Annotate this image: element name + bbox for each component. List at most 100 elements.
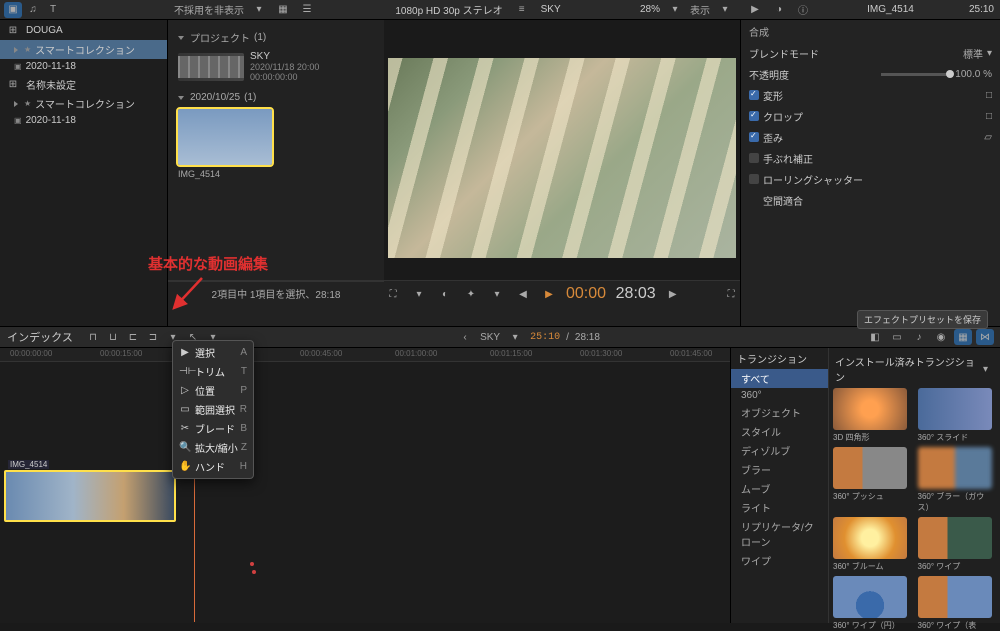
transition-item[interactable]: 360° プッシュ bbox=[833, 447, 912, 513]
inspector-row-spatial[interactable]: 空間適合 bbox=[741, 190, 1000, 211]
audio-marker bbox=[252, 570, 256, 574]
sidebar-item-smart[interactable]: ★ スマートコレクション bbox=[0, 40, 167, 59]
tool-hand[interactable]: ✋ハンドH bbox=[173, 457, 253, 476]
opacity-slider[interactable] bbox=[881, 73, 951, 76]
timeline-ruler[interactable]: 00:00:00:00 00:00:15:00 00:00:30:00 00:0… bbox=[0, 348, 730, 362]
timeline-back-icon[interactable]: ‹ bbox=[456, 329, 474, 345]
filter-dropdown[interactable]: 不採用を非表示 bbox=[174, 2, 244, 17]
tool-select[interactable]: ▶選択A bbox=[173, 343, 253, 362]
chevron-down-icon[interactable]: ▾ bbox=[716, 2, 734, 18]
timeline-clip[interactable]: IMG_4514 bbox=[4, 470, 176, 522]
index-button[interactable]: インデックス bbox=[0, 329, 80, 345]
tool-position[interactable]: ▷位置P bbox=[173, 381, 253, 400]
inspector-panel: 合成 ブレンドモード 標準 ▾ 不透明度 100.0 % 変形□ クロップ□ 歪… bbox=[740, 20, 1000, 326]
tool-blade[interactable]: ✂ブレードB bbox=[173, 419, 253, 438]
inspector-row-distort[interactable]: 歪み▱ bbox=[741, 127, 1000, 148]
viewer-frame[interactable] bbox=[388, 58, 736, 258]
tool-trim[interactable]: ⊣⊢トリムT bbox=[173, 362, 253, 381]
transition-item[interactable]: 360° ブラー（ガウス） bbox=[918, 447, 997, 513]
retime-icon[interactable]: ▾ bbox=[488, 286, 506, 302]
timeline[interactable]: 00:00:00:00 00:00:15:00 00:00:30:00 00:0… bbox=[0, 348, 730, 623]
chevron-down-icon[interactable]: ▾ bbox=[250, 2, 268, 18]
connect-clip-icon[interactable]: ⊓ bbox=[84, 329, 102, 345]
inspector-row-crop[interactable]: クロップ□ bbox=[741, 106, 1000, 127]
transition-item[interactable]: 360° ワイプ bbox=[918, 517, 997, 572]
library-unset-label: 名称未設定 bbox=[26, 77, 76, 92]
library-icon[interactable]: ▣ bbox=[4, 2, 22, 18]
color-icon[interactable]: ◐ bbox=[436, 286, 454, 302]
disclosure-down-icon bbox=[178, 96, 184, 100]
inspector-info-icon[interactable]: ⓘ bbox=[794, 2, 812, 18]
blend-mode-value[interactable]: 標準 bbox=[963, 46, 983, 61]
blend-mode-label: ブレンドモード bbox=[749, 46, 819, 61]
inspector-row-transform[interactable]: 変形□ bbox=[741, 85, 1000, 106]
project-name: SKY bbox=[250, 51, 319, 62]
overwrite-icon[interactable]: ⊐ bbox=[144, 329, 162, 345]
viewer-panel bbox=[384, 20, 740, 280]
trans-cat-light[interactable]: ライト bbox=[731, 498, 828, 517]
trans-cat-360[interactable]: 360° bbox=[731, 388, 828, 403]
view-dropdown[interactable]: 表示 bbox=[690, 2, 710, 17]
library-root[interactable]: ⊞ DOUGA bbox=[0, 20, 167, 40]
trans-cat-object[interactable]: オブジェクト bbox=[731, 403, 828, 422]
trans-cat-replicator[interactable]: リプリケータ/クローン bbox=[731, 517, 828, 551]
event-browser: プロジェクト (1) SKY 2020/11/18 20:00 00:00:00… bbox=[168, 20, 384, 280]
zoom-level[interactable]: 28% bbox=[640, 4, 660, 15]
disclosure-icon bbox=[14, 47, 18, 53]
library-unset[interactable]: ⊞ 名称未設定 bbox=[0, 74, 167, 94]
trans-cat-move[interactable]: ムーブ bbox=[731, 479, 828, 498]
transition-item[interactable]: 3D 四角形 bbox=[833, 388, 912, 443]
play-icon[interactable]: ▶ bbox=[540, 286, 558, 302]
event-header[interactable]: 2020/10/25 (1) bbox=[178, 92, 374, 103]
trans-cat-wipe[interactable]: ワイプ bbox=[731, 551, 828, 570]
chevron-down-icon[interactable]: ▾ bbox=[977, 361, 994, 377]
top-toolbar: ▣ ♫ T 不採用を非表示 ▾ ▦ ☰ 1080p HD 30p ステレオ ≡ … bbox=[0, 0, 1000, 20]
event-icon: ▣ bbox=[14, 62, 22, 71]
enhance-icon[interactable]: ✦ bbox=[462, 286, 480, 302]
inspector-row-stabilize[interactable]: 手ぶれ補正 bbox=[741, 148, 1000, 169]
fullscreen-icon[interactable]: ⛶ bbox=[722, 286, 740, 302]
transition-item[interactable]: 360° スライド bbox=[918, 388, 997, 443]
inspector-video-icon[interactable]: ▶ bbox=[746, 2, 764, 18]
insert-icon[interactable]: ⊔ bbox=[104, 329, 122, 345]
disclosure-down-icon bbox=[178, 36, 184, 40]
titles-icon[interactable]: T bbox=[44, 2, 62, 18]
inspector-row-rolling-shutter[interactable]: ローリングシャッター bbox=[741, 169, 1000, 190]
sidebar-item-smart-2[interactable]: ★ スマートコレクション bbox=[0, 94, 167, 113]
opacity-value[interactable]: 100.0 % bbox=[955, 69, 992, 80]
trans-cat-style[interactable]: スタイル bbox=[731, 422, 828, 441]
sidebar-label: スマートコレクション bbox=[35, 96, 135, 111]
tool-range[interactable]: ▭範囲選択R bbox=[173, 400, 253, 419]
list-view-icon[interactable]: ☰ bbox=[298, 2, 316, 18]
clip-thumbnail[interactable] bbox=[178, 109, 272, 165]
sidebar-item-event[interactable]: ▣ 2020-11-18 bbox=[0, 59, 167, 74]
sidebar-label: 2020-11-18 bbox=[26, 61, 76, 72]
sidebar-label: 2020-11-18 bbox=[26, 115, 76, 126]
tool-zoom[interactable]: 🔍拡大/縮小Z bbox=[173, 438, 253, 457]
crop-icon[interactable]: ▾ bbox=[410, 286, 428, 302]
trans-cat-dissolve[interactable]: ディゾルブ bbox=[731, 441, 828, 460]
star-icon: ★ bbox=[24, 99, 31, 108]
timeline-slash: / bbox=[566, 332, 569, 343]
photos-icon[interactable]: ♫ bbox=[24, 2, 42, 18]
next-icon[interactable]: ▶ bbox=[664, 286, 682, 302]
settings-icon[interactable]: ≡ bbox=[513, 2, 531, 18]
transform-icon[interactable]: ⛶ bbox=[384, 286, 402, 302]
trans-cat-all[interactable]: すべて bbox=[731, 369, 828, 388]
prev-icon[interactable]: ◀ bbox=[514, 286, 532, 302]
timeline-duration: 28:18 bbox=[575, 332, 600, 343]
sidebar-item-event-2[interactable]: ▣ 2020-11-18 bbox=[0, 113, 167, 128]
save-preset-button[interactable]: エフェクトプリセットを保存 bbox=[857, 310, 988, 329]
project-item[interactable]: SKY 2020/11/18 20:00 00:00:00:00 bbox=[178, 51, 374, 82]
grid-view-icon[interactable]: ▦ bbox=[274, 2, 292, 18]
timeline-fwd-icon[interactable]: ▾ bbox=[506, 329, 524, 345]
trans-cat-blur[interactable]: ブラー bbox=[731, 460, 828, 479]
append-icon[interactable]: ⊏ bbox=[124, 329, 142, 345]
installed-transitions-label[interactable]: インストール済みトランジション bbox=[835, 354, 977, 384]
projects-header[interactable]: プロジェクト (1) bbox=[178, 30, 374, 45]
event-count: (1) bbox=[244, 92, 256, 103]
event-header-label: 2020/10/25 bbox=[190, 92, 240, 103]
chevron-down-icon[interactable]: ▾ bbox=[666, 2, 684, 18]
inspector-color-icon[interactable]: ◑ bbox=[770, 2, 788, 18]
transition-item[interactable]: 360° ブルーム bbox=[833, 517, 912, 572]
